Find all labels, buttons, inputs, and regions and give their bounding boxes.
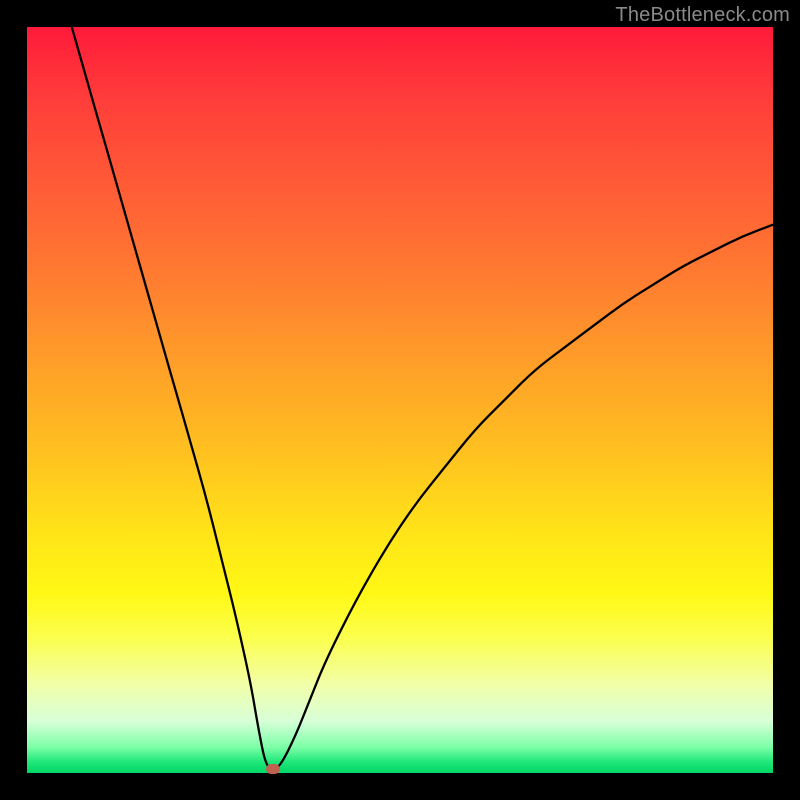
watermark-text: TheBottleneck.com (615, 4, 790, 27)
plot-area (27, 27, 773, 773)
chart-frame: TheBottleneck.com (0, 0, 800, 800)
min-marker-dot (266, 764, 280, 774)
bottleneck-curve (27, 27, 773, 773)
